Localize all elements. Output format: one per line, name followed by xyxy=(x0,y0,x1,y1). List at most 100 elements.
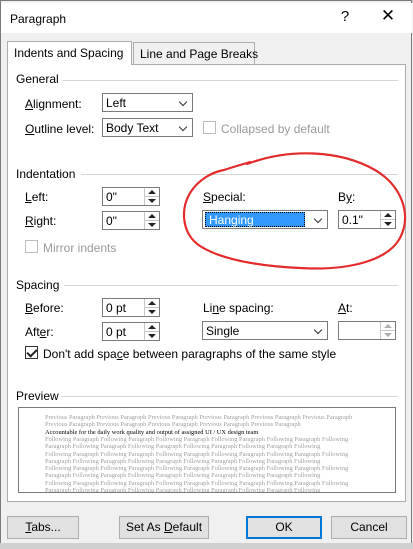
outline-level-dropdown[interactable]: Body Text xyxy=(102,118,193,137)
spin-up-icon[interactable] xyxy=(144,188,159,197)
section-preview-heading: Preview xyxy=(16,389,59,403)
label-text: t: xyxy=(346,301,353,315)
line-spacing-value: Single xyxy=(206,324,240,338)
spacing-before-stepper[interactable]: 0 pt xyxy=(102,298,160,317)
preview-line: Previous Paragraph Previous Paragraph Pr… xyxy=(45,414,353,421)
label-text: ight: xyxy=(33,214,57,228)
preview-line: Paragraph Following Paragraph Following … xyxy=(45,472,321,480)
help-icon[interactable]: ? xyxy=(337,8,353,25)
preview-line: Previous Paragraph Previous Paragraph Pr… xyxy=(45,421,301,429)
section-divider xyxy=(63,80,398,81)
label-text: pecial: xyxy=(211,190,246,204)
access-key: O xyxy=(25,122,35,136)
preview-line: Accountable for the daily work quality a… xyxy=(45,428,259,436)
spin-down-icon[interactable] xyxy=(380,220,395,228)
left-indent-stepper[interactable]: 0" xyxy=(102,187,160,206)
special-indent-value: Hanging xyxy=(205,212,305,227)
set-as-default-button[interactable]: Set As Default xyxy=(119,516,209,539)
spin-down-icon[interactable] xyxy=(380,331,395,339)
outline-level-value: Body Text xyxy=(106,121,159,135)
cancel-button[interactable]: Cancel xyxy=(331,516,407,539)
dialog-title: Paragraph xyxy=(10,12,67,26)
tab-label: Indents and Spacing xyxy=(14,46,124,60)
section-divider xyxy=(64,285,398,286)
chevron-down-icon[interactable] xyxy=(175,119,192,136)
line-spacing-label: Line spacing: xyxy=(203,301,274,315)
preview-line: Paragraph Following Paragraph Following … xyxy=(45,457,321,465)
special-label: Special: xyxy=(203,190,246,204)
section-spacing-heading: Spacing xyxy=(16,278,60,292)
spin-up-icon[interactable] xyxy=(144,299,159,308)
button-label: Set As xyxy=(125,520,164,534)
before-label: Before: xyxy=(25,301,64,315)
at-stepper[interactable] xyxy=(338,321,396,340)
access-key: S xyxy=(203,190,212,204)
by-label: By: xyxy=(338,190,355,204)
spin-down-icon[interactable] xyxy=(144,221,159,229)
title-bar: Paragraph ? ✕ xyxy=(1,3,412,33)
dont-add-space-checkbox[interactable] xyxy=(25,346,38,359)
mirror-indents-label: Mirror indents xyxy=(43,241,117,255)
collapsed-by-default-label: Collapsed by default xyxy=(221,122,330,136)
tab-line-and-page-breaks[interactable]: Line and Page Breaks xyxy=(133,42,258,64)
label-text: Aft xyxy=(25,325,40,339)
spin-down-icon[interactable] xyxy=(144,197,159,205)
access-key: B xyxy=(25,301,34,315)
alignment-dropdown[interactable]: Left xyxy=(102,93,193,112)
access-key: L xyxy=(25,190,32,204)
alignment-label: Alignment: xyxy=(25,97,82,111)
spin-down-icon[interactable] xyxy=(144,308,159,316)
label-text: Li xyxy=(203,301,213,315)
button-label: efault xyxy=(172,520,203,534)
section-general-heading: General xyxy=(16,72,59,86)
label-text: eft: xyxy=(31,190,49,204)
spin-up-icon[interactable] xyxy=(144,212,159,221)
collapsed-by-default-checkbox[interactable] xyxy=(203,121,216,134)
right-indent-value: 0" xyxy=(106,214,117,228)
section-divider xyxy=(61,396,398,397)
preview-line: Following Paragraph Following Paragraph … xyxy=(45,465,349,473)
label-text: r: xyxy=(46,325,54,339)
preview-line: Paragraph Following Paragraph Following … xyxy=(45,487,321,493)
spin-up-icon[interactable] xyxy=(144,323,159,332)
by-amount-stepper[interactable]: 0.1" xyxy=(338,210,396,229)
at-label: At: xyxy=(338,301,353,315)
label-text: Don't add spa xyxy=(43,347,117,361)
right-indent-stepper[interactable]: 0" xyxy=(102,211,160,230)
close-icon[interactable]: ✕ xyxy=(377,6,399,26)
paragraph-dialog: Paragraph ? ✕ Indents and Spacing Line a… xyxy=(0,0,412,548)
dont-add-space-label: Don't add space between paragraphs of th… xyxy=(43,347,336,361)
check-icon xyxy=(26,346,38,358)
chevron-down-icon[interactable] xyxy=(175,94,192,111)
tab-indents-and-spacing[interactable]: Indents and Spacing xyxy=(7,41,132,65)
special-indent-dropdown[interactable]: Hanging xyxy=(202,210,328,229)
access-key: D xyxy=(164,520,173,534)
left-indent-label: Left: xyxy=(25,190,48,204)
mirror-indents-checkbox[interactable] xyxy=(25,240,38,253)
ok-button[interactable]: OK xyxy=(246,516,322,539)
chevron-down-icon[interactable] xyxy=(310,322,327,339)
button-label: abs... xyxy=(31,520,61,534)
spin-up-icon[interactable] xyxy=(380,322,395,331)
label-text: utline level: xyxy=(34,122,95,136)
chevron-down-icon[interactable] xyxy=(310,211,327,228)
after-label: After: xyxy=(25,325,54,339)
outline-level-label: Outline level: xyxy=(25,122,94,136)
right-indent-label: Right: xyxy=(25,214,56,228)
preview-line: Following Paragraph Following Paragraph … xyxy=(45,479,349,487)
spin-up-icon[interactable] xyxy=(380,211,395,220)
access-key: A xyxy=(338,301,347,315)
spacing-after-stepper[interactable]: 0 pt xyxy=(102,322,160,341)
preview-line: Following Paragraph Following Paragraph … xyxy=(45,450,349,458)
preview-line: Paragraph Following Paragraph Following … xyxy=(45,443,321,451)
line-spacing-dropdown[interactable]: Single xyxy=(202,321,328,340)
background-document-edge xyxy=(0,543,413,549)
label-text: e spacing: xyxy=(219,301,274,315)
label-text: B xyxy=(338,190,347,204)
alignment-value: Left xyxy=(106,96,127,110)
access-key: A xyxy=(25,97,34,111)
spin-down-icon[interactable] xyxy=(144,332,159,340)
section-indentation-heading: Indentation xyxy=(16,167,76,181)
by-amount-value: 0.1" xyxy=(342,213,363,227)
tabs-button[interactable]: Tabs... xyxy=(7,516,79,539)
